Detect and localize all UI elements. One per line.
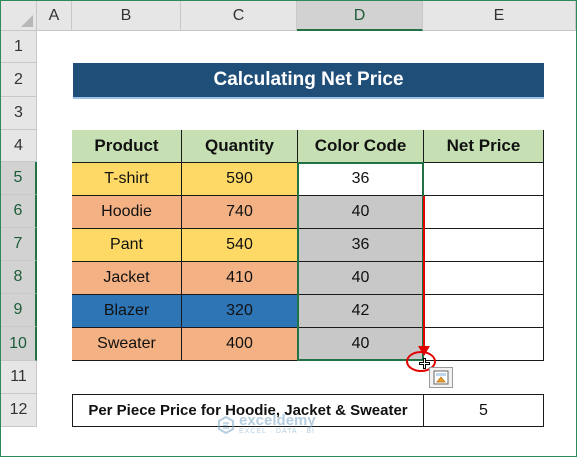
cell-color-code[interactable]: 42: [298, 295, 424, 328]
cell-color-code[interactable]: 36: [298, 163, 424, 196]
sheet-title: Calculating Net Price: [73, 63, 544, 97]
column-header-c[interactable]: C: [181, 1, 297, 31]
header-product[interactable]: Product: [72, 130, 182, 163]
auto-fill-options-icon: [433, 370, 449, 385]
row-header-10[interactable]: 10: [1, 327, 37, 361]
row-header-12[interactable]: 12: [1, 394, 37, 427]
header-net-price[interactable]: Net Price: [424, 130, 544, 163]
cell-product[interactable]: Jacket: [72, 262, 182, 295]
row-header-9[interactable]: 9: [1, 294, 37, 327]
cell-net-price[interactable]: [424, 163, 544, 196]
per-piece-value-cell[interactable]: 5: [423, 394, 544, 427]
column-header-d[interactable]: D: [297, 1, 423, 31]
row-header-6[interactable]: 6: [1, 195, 37, 228]
cell-product[interactable]: T-shirt: [72, 163, 182, 196]
per-piece-label-cell[interactable]: Per Piece Price for Hoodie, Jacket & Swe…: [72, 394, 424, 427]
row-header-7[interactable]: 7: [1, 228, 37, 261]
row-header-5[interactable]: 5: [1, 162, 37, 195]
column-header-b[interactable]: B: [72, 1, 181, 31]
cell-net-price[interactable]: [424, 262, 544, 295]
row-header-1[interactable]: 1: [1, 31, 37, 63]
header-quantity[interactable]: Quantity: [182, 130, 298, 163]
title-underline: [73, 97, 544, 99]
row-header-8[interactable]: 8: [1, 261, 37, 294]
row-header-3[interactable]: 3: [1, 97, 37, 130]
cell-net-price[interactable]: [424, 196, 544, 229]
cell-product[interactable]: Hoodie: [72, 196, 182, 229]
cell-net-price[interactable]: [424, 229, 544, 262]
auto-fill-options-button[interactable]: [429, 367, 453, 388]
cell-product[interactable]: Pant: [72, 229, 182, 262]
cell-color-code[interactable]: 36: [298, 229, 424, 262]
header-color-code[interactable]: Color Code: [298, 130, 424, 163]
cell-quantity[interactable]: 590: [182, 163, 298, 196]
cell-product[interactable]: Blazer: [72, 295, 182, 328]
cell-color-code[interactable]: 40: [298, 262, 424, 295]
cell-net-price[interactable]: [424, 328, 544, 361]
cell-quantity[interactable]: 410: [182, 262, 298, 295]
row-header-2[interactable]: 2: [1, 63, 37, 97]
cell-color-code[interactable]: 40: [298, 196, 424, 229]
column-header-a[interactable]: A: [37, 1, 72, 31]
row-header-4[interactable]: 4: [1, 130, 37, 162]
cell-color-code[interactable]: 40: [298, 328, 424, 361]
cell-quantity[interactable]: 320: [182, 295, 298, 328]
cell-quantity[interactable]: 540: [182, 229, 298, 262]
column-header-e[interactable]: E: [423, 1, 576, 31]
crosshair-icon[interactable]: [419, 356, 430, 369]
select-all-triangle-icon: [21, 15, 33, 27]
cell-net-price[interactable]: [424, 295, 544, 328]
select-all-button[interactable]: [1, 1, 37, 31]
cell-product[interactable]: Sweater: [72, 328, 182, 361]
cell-quantity[interactable]: 740: [182, 196, 298, 229]
drag-arrow-line: [423, 196, 425, 349]
row-header-11[interactable]: 11: [1, 361, 37, 394]
cell-quantity[interactable]: 400: [182, 328, 298, 361]
